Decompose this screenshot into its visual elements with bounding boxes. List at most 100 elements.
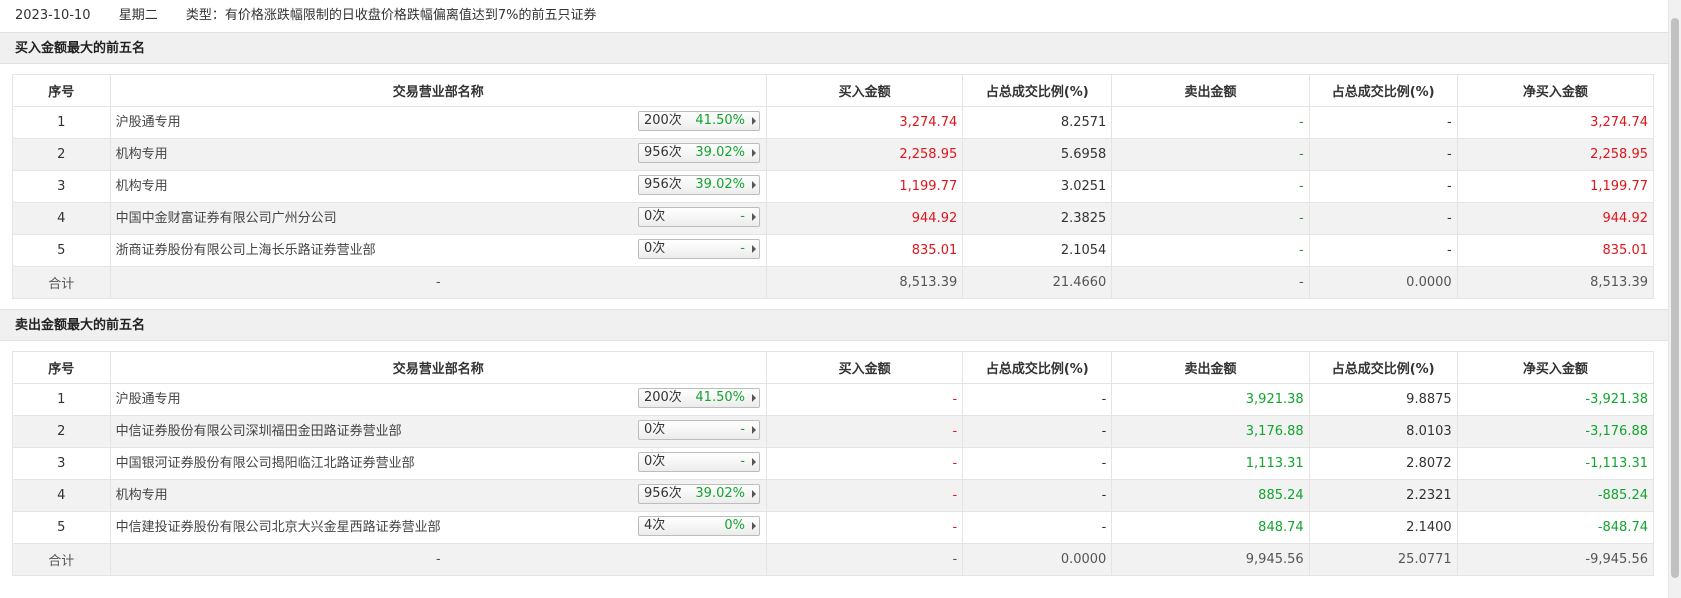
col-header-sell: 卖出金额 [1111,74,1310,107]
broker-stat-count: 0次 [643,241,666,256]
total-buy-amount: 8,513.39 [765,266,964,299]
chevron-right-icon [751,426,756,434]
sell-ratio: 8.0103 [1308,415,1458,448]
broker-stat-count: 0次 [643,422,666,437]
chevron-right-icon [751,245,756,253]
col-header-net: 净买入金额 [1456,351,1655,384]
col-header-buy-ratio: 占总成交比例(%) [962,74,1113,107]
broker-name[interactable]: 沪股通专用 [116,108,181,138]
total-sell-amount: - [1111,266,1310,299]
broker-name[interactable]: 沪股通专用 [116,385,181,415]
sell-ratio: 9.8875 [1308,383,1458,416]
trade-weekday: 星期二 [118,8,158,23]
col-header-sell-ratio: 占总成交比例(%) [1308,351,1458,384]
table-header-row: 序号 交易营业部名称 买入金额 占总成交比例(%) 卖出金额 占总成交比例(%)… [12,74,1655,107]
sell-ratio: 2.8072 [1308,447,1458,480]
sell-amount: - [1111,106,1310,139]
buy-ratio: - [962,415,1113,448]
chevron-right-icon [751,181,756,189]
buy-amount: 1,199.77 [765,170,964,203]
col-header-index: 序号 [12,351,111,384]
broker-stat-dropdown[interactable]: 0次 - [637,207,760,227]
table-row: 5 浙商证券股份有限公司上海长乐路证券营业部 0次 - 835.01 2.105… [12,234,1655,267]
broker-stat-dropdown[interactable]: 200次 41.50% [637,111,760,131]
table-row: 5 中信建投证券股份有限公司北京大兴金星西路证券营业部 4次 0% - - 84… [12,511,1655,544]
broker-stat-count: 956次 [643,145,682,160]
broker-cell: 机构专用 956次 39.02% [109,479,767,512]
broker-stat-pct: 41.50% [695,390,745,405]
net-amount: 3,274.74 [1456,106,1655,139]
chevron-right-icon [751,213,756,221]
total-label: 合计 [12,266,111,299]
buy-table: 序号 交易营业部名称 买入金额 占总成交比例(%) 卖出金额 占总成交比例(%)… [12,74,1655,299]
table-row: 3 中国银河证券股份有限公司揭阳临江北路证券营业部 0次 - - - 1,113… [12,447,1655,480]
col-header-buy: 买入金额 [765,351,964,384]
broker-name[interactable]: 中国银河证券股份有限公司揭阳临江北路证券营业部 [116,449,415,479]
row-index: 4 [12,479,111,512]
vertical-scrollbar[interactable] [1668,0,1681,598]
broker-stat-pct: 0% [724,518,745,533]
col-header-buy-ratio: 占总成交比例(%) [962,351,1113,384]
broker-stat-pct: 39.02% [695,486,745,501]
broker-stat-pct: 39.02% [695,177,745,192]
broker-cell: 中国中金财富证券有限公司广州分公司 0次 - [109,202,767,235]
row-index: 5 [12,511,111,544]
chevron-right-icon [751,490,756,498]
broker-name[interactable]: 机构专用 [116,172,168,202]
broker-stat-dropdown[interactable]: 0次 - [637,420,760,440]
buy-ratio: - [962,383,1113,416]
table-row: 1 沪股通专用 200次 41.50% - - 3,921.38 9.8875 … [12,383,1655,416]
sell-ratio: 2.1400 [1308,511,1458,544]
broker-name[interactable]: 机构专用 [116,140,168,170]
row-index: 2 [12,138,111,171]
broker-stat-dropdown[interactable]: 0次 - [637,239,760,259]
sell-ratio: - [1308,138,1458,171]
broker-cell: 浙商证券股份有限公司上海长乐路证券营业部 0次 - [109,234,767,267]
broker-cell: 中信建投证券股份有限公司北京大兴金星西路证券营业部 4次 0% [109,511,767,544]
broker-stat-pct: 41.50% [695,113,745,128]
sell-ratio: - [1308,202,1458,235]
trade-type: 类型：有价格涨跌幅限制的日收盘价格跌幅偏离值达到7%的前五只证券 [185,8,597,23]
table-row: 2 中信证券股份有限公司深圳福田金田路证券营业部 0次 - - - 3,176.… [12,415,1655,448]
row-index: 3 [12,447,111,480]
scrollbar-thumb[interactable] [1671,18,1679,578]
broker-stat-dropdown[interactable]: 956次 39.02% [637,143,760,163]
broker-cell: 机构专用 956次 39.02% [109,138,767,171]
sell-ratio: - [1308,106,1458,139]
broker-name[interactable]: 中国中金财富证券有限公司广州分公司 [116,204,337,234]
table-header-row: 序号 交易营业部名称 买入金额 占总成交比例(%) 卖出金额 占总成交比例(%)… [12,351,1655,384]
broker-name[interactable]: 浙商证券股份有限公司上海长乐路证券营业部 [116,236,376,266]
buy-amount: 835.01 [765,234,964,267]
broker-stat-dropdown[interactable]: 4次 0% [637,516,760,536]
sell-amount: - [1111,202,1310,235]
broker-name[interactable]: 中信证券股份有限公司深圳福田金田路证券营业部 [116,417,402,447]
header-info: 2023-10-10 星期二 类型：有价格涨跌幅限制的日收盘价格跌幅偏离值达到7… [0,0,1668,32]
broker-stat-count: 4次 [643,518,666,533]
table-row: 3 机构专用 956次 39.02% 1,199.77 3.0251 - - 1… [12,170,1655,203]
broker-stat-dropdown[interactable]: 0次 - [637,452,760,472]
broker-name[interactable]: 中信建投证券股份有限公司北京大兴金星西路证券营业部 [116,513,441,543]
chevron-right-icon [751,458,756,466]
buy-ratio: 2.3825 [962,202,1113,235]
broker-stat-dropdown[interactable]: 956次 39.02% [637,484,760,504]
net-amount: 835.01 [1456,234,1655,267]
sell-amount: 848.74 [1111,511,1310,544]
broker-cell: 沪股通专用 200次 41.50% [109,106,767,139]
total-sell-ratio: 25.0771 [1308,543,1458,576]
buy-section-title: 买入金额最大的前五名 [0,32,1668,64]
row-index: 4 [12,202,111,235]
buy-amount: - [765,479,964,512]
trade-date: 2023-10-10 [15,8,91,23]
broker-stat-pct: - [740,241,745,256]
broker-stat-count: 0次 [643,209,666,224]
buy-ratio: 2.1054 [962,234,1113,267]
broker-stat-dropdown[interactable]: 200次 41.50% [637,388,760,408]
col-header-buy: 买入金额 [765,74,964,107]
buy-ratio: - [962,511,1113,544]
broker-stat-pct: - [740,454,745,469]
broker-cell: 沪股通专用 200次 41.50% [109,383,767,416]
broker-name[interactable]: 机构专用 [116,481,168,511]
chevron-right-icon [751,394,756,402]
broker-stat-dropdown[interactable]: 956次 39.02% [637,175,760,195]
sell-amount: - [1111,170,1310,203]
